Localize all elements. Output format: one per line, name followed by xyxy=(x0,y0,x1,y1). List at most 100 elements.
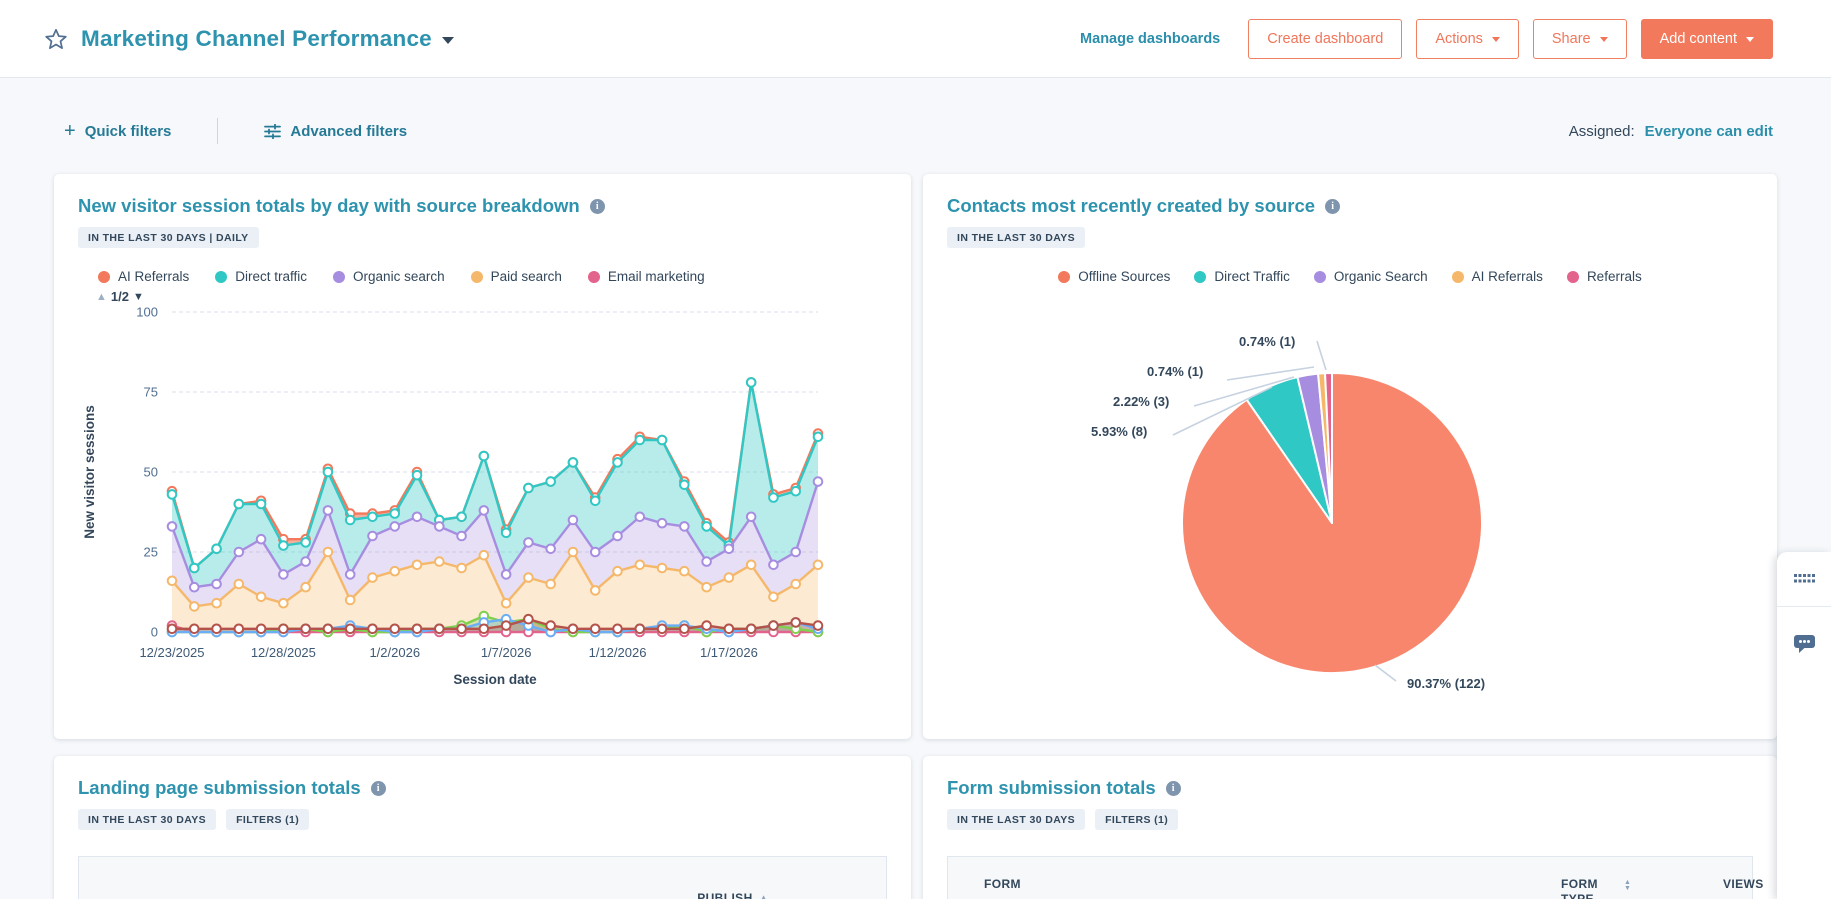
svg-text:12/23/2025: 12/23/2025 xyxy=(139,645,204,660)
legend-page-up-icon[interactable]: ▲ xyxy=(96,291,107,303)
filter-bar: + Quick filters Advanced filters Assigne… xyxy=(64,118,1773,144)
legend-item-ai-referrals[interactable]: AI Referrals xyxy=(1451,269,1543,284)
sort-both-icon: ▲ ▼ xyxy=(1624,879,1632,892)
column-label: FORM xyxy=(984,877,1021,891)
chevron-down-icon xyxy=(1746,37,1754,42)
create-dashboard-button[interactable]: Create dashboard xyxy=(1248,18,1403,59)
manage-dashboards-link[interactable]: Manage dashboards xyxy=(1080,31,1220,47)
chevron-down-icon xyxy=(1599,37,1608,42)
advanced-filters-label: Advanced filters xyxy=(290,122,408,140)
card-title-row: Landing page submission totals i xyxy=(78,777,887,799)
legend-dot-icon xyxy=(470,270,483,283)
sessions-chart: 0 25 50 75 100 12/23/2025 12/28/2025 1/2/2026 1/… xyxy=(78,304,887,708)
share-button[interactable]: Share xyxy=(1532,18,1627,59)
legend-page-down-icon[interactable]: ▼ xyxy=(133,291,144,303)
legend-dot-icon xyxy=(1451,270,1464,283)
favorite-star-icon[interactable] xyxy=(44,27,68,51)
info-icon[interactable]: i xyxy=(1165,780,1181,796)
card-landing-page-submissions: Landing page submission totals i IN THE … xyxy=(54,756,911,899)
svg-text:1/17/2026: 1/17/2026 xyxy=(700,645,758,660)
dashboard-grid: New visitor session totals by day with s… xyxy=(54,174,1777,899)
legend-label: Referrals xyxy=(1586,269,1642,284)
date-range-chip: IN THE LAST 30 DAYS xyxy=(947,227,1086,248)
info-icon[interactable]: i xyxy=(589,198,605,214)
card-title-row: Contacts most recently created by source… xyxy=(947,195,1753,217)
forms-chips: IN THE LAST 30 DAYS FILTERS (1) xyxy=(947,809,1753,830)
legend-label: AI Referrals xyxy=(1471,269,1543,284)
contacts-pie-chart: 0.74% (1) 0.74% (1) 2.22% (3) 5.93% (8) … xyxy=(923,174,1777,739)
svg-text:Session date: Session date xyxy=(453,672,537,687)
legend-item-paid-search[interactable]: Paid search xyxy=(470,269,562,284)
sort-ascending-icon: ▲ xyxy=(759,893,768,899)
svg-text:New visitor sessions: New visitor sessions xyxy=(82,405,97,539)
create-dashboard-label: Create dashboard xyxy=(1267,30,1384,47)
drag-handle-dots-icon[interactable] xyxy=(1793,574,1815,584)
contacts-pie-svg xyxy=(1172,340,1483,682)
legend-label: Organic Search xyxy=(1333,269,1428,284)
assigned-label: Assigned: xyxy=(1568,122,1635,140)
filter-divider xyxy=(217,118,219,144)
legend-label: Email marketing xyxy=(607,269,705,284)
svg-text:25: 25 xyxy=(144,545,158,560)
forms-table-header: FORM FORM TYPE ▲ ▼ VIEWS xyxy=(947,856,1763,899)
quick-filters-button[interactable]: + Quick filters xyxy=(64,120,172,142)
info-icon[interactable]: i xyxy=(370,780,386,796)
dashboard-switcher-caret-icon[interactable] xyxy=(441,37,454,44)
card-contacts-by-source: Contacts most recently created by source… xyxy=(923,174,1777,739)
legend-item-organic-search[interactable]: Organic search xyxy=(333,269,445,284)
share-label: Share xyxy=(1551,30,1591,47)
pie-label-ai-referrals: 0.74% (1) xyxy=(1147,364,1204,379)
assigned-value-link[interactable]: Everyone can edit xyxy=(1645,123,1773,140)
svg-text:50: 50 xyxy=(144,465,158,480)
info-icon[interactable]: i xyxy=(1325,198,1341,214)
date-range-chip: IN THE LAST 30 DAYS xyxy=(947,809,1086,830)
pie-label-referrals: 0.74% (1) xyxy=(1239,334,1296,349)
legend-item-organic-search[interactable]: Organic Search xyxy=(1313,269,1428,284)
assigned-control: Assigned: Everyone can edit xyxy=(1569,123,1773,140)
advanced-filters-button[interactable]: Advanced filters xyxy=(264,123,407,140)
legend-item-offline-sources[interactable]: Offline Sources xyxy=(1058,269,1170,284)
add-content-button[interactable]: Add content xyxy=(1640,18,1773,59)
legend-dot-icon xyxy=(98,270,110,283)
card-form-submissions: Form submission totals i IN THE LAST 30 … xyxy=(923,756,1777,899)
legend-dot-icon xyxy=(1313,270,1326,283)
plus-icon: + xyxy=(64,120,76,142)
landing-chips: IN THE LAST 30 DAYS FILTERS (1) xyxy=(78,809,887,830)
svg-text:100: 100 xyxy=(136,305,158,320)
contacts-legend: Offline Sources Direct Traffic Organic Sea… xyxy=(947,269,1753,284)
column-header-publish[interactable]: PUBLISH ▲ xyxy=(697,891,768,899)
quick-filters-label: Quick filters xyxy=(84,122,172,140)
legend-dot-icon xyxy=(333,270,346,283)
legend-pager: ▲ 1/2 ▼ xyxy=(96,289,887,304)
column-header-views[interactable]: VIEWS xyxy=(1723,877,1764,899)
card-title-row: Form submission totals i xyxy=(947,777,1753,799)
date-range-chip: IN THE LAST 30 DAYS | DAILY xyxy=(78,227,259,248)
filters-chip: FILTERS (1) xyxy=(226,809,310,830)
pie-label-offline-sources: 90.37% (122) xyxy=(1407,676,1486,691)
filters-chip: FILTERS (1) xyxy=(1095,809,1179,830)
actions-button[interactable]: Actions xyxy=(1416,18,1519,59)
svg-text:1/2/2026: 1/2/2026 xyxy=(369,645,420,660)
contacts-chips: IN THE LAST 30 DAYS xyxy=(947,227,1753,248)
chat-bubble-icon[interactable] xyxy=(1793,633,1816,654)
column-label: VIEWS xyxy=(1723,877,1764,891)
chevron-down-icon xyxy=(1491,37,1500,42)
legend-label: Offline Sources xyxy=(1078,269,1171,284)
legend-item-ai-referrals[interactable]: AI Referrals xyxy=(98,269,189,284)
sliders-icon xyxy=(264,123,282,139)
column-header-form[interactable]: FORM xyxy=(984,877,1561,899)
svg-text:75: 75 xyxy=(144,385,158,400)
contacts-card-title: Contacts most recently created by source xyxy=(947,195,1316,216)
svg-text:1/7/2026: 1/7/2026 xyxy=(481,645,532,660)
right-side-panel xyxy=(1777,552,1831,899)
legend-item-direct-traffic[interactable]: Direct Traffic xyxy=(1194,269,1290,284)
legend-item-direct-traffic[interactable]: Direct traffic xyxy=(215,269,307,284)
landing-table-header: PUBLISH ▲ xyxy=(78,856,887,899)
sessions-legend: AI Referrals Direct traffic Organic search… xyxy=(98,269,887,284)
svg-text:12/28/2025: 12/28/2025 xyxy=(251,645,316,660)
legend-item-referrals[interactable]: Referrals xyxy=(1566,269,1642,284)
card-sessions-by-day: New visitor session totals by day with s… xyxy=(54,174,911,739)
legend-dot-icon xyxy=(215,270,228,283)
legend-item-email-marketing[interactable]: Email marketing xyxy=(587,269,705,284)
column-header-form-type[interactable]: FORM TYPE ▲ ▼ xyxy=(1561,877,1723,899)
